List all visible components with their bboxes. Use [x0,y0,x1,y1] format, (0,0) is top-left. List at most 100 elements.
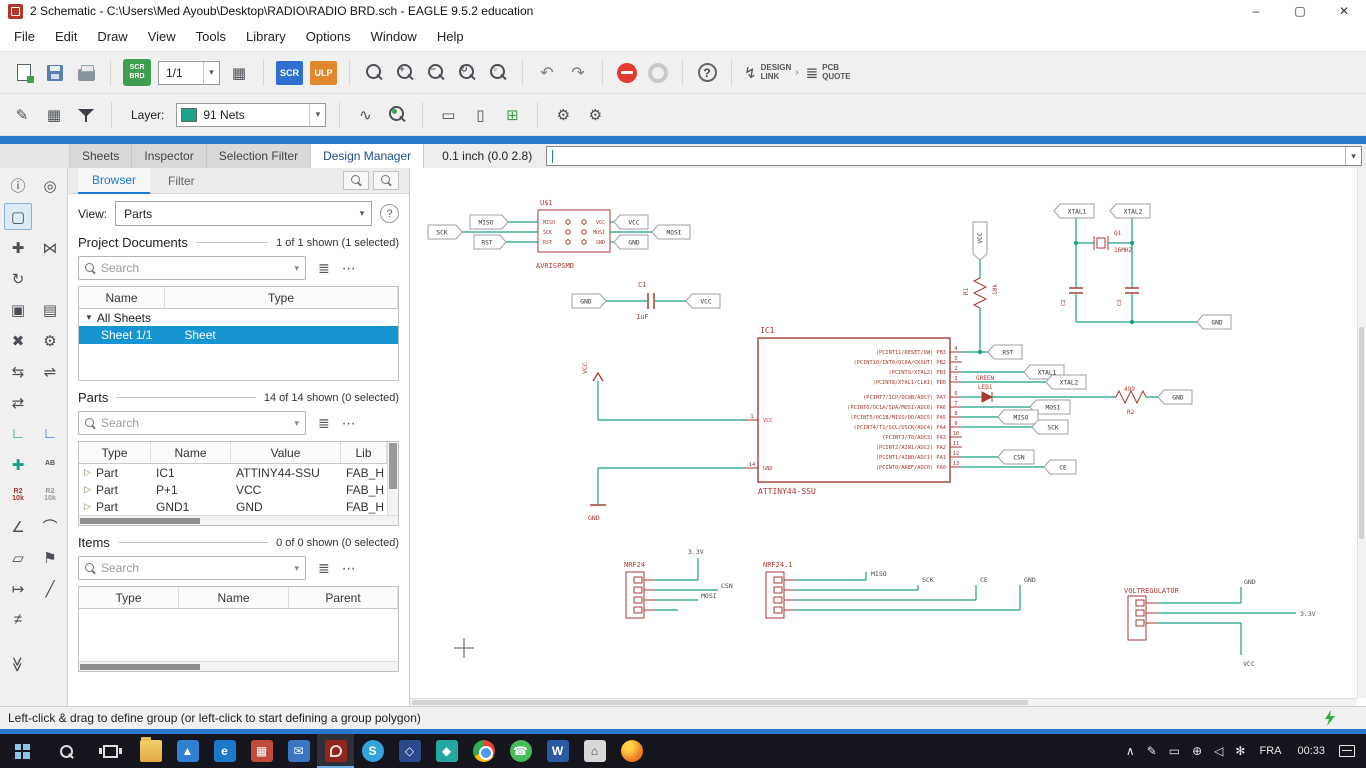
column-options-icon[interactable]: ≣ [318,415,330,432]
column-options-icon[interactable]: ≣ [318,560,330,577]
gateswap-icon[interactable]: ⇄ [4,389,32,416]
column-header-name[interactable]: Name [79,287,165,308]
column-header-type[interactable]: Type [79,587,179,608]
sheet-list-button[interactable]: ▦ [227,59,251,87]
vcc-symbol[interactable] [592,371,604,382]
part-row[interactable]: ▷ Part P+1 VCC FAB_H [79,481,387,498]
move-icon[interactable]: ✚ [4,234,32,261]
junction-icon[interactable]: ✚ [4,451,32,478]
more-tools-icon[interactable]: ≫ [5,651,32,679]
info-icon[interactable]: ⓘ [4,172,32,199]
value-icon[interactable]: R2 10k [4,482,32,509]
menu-window[interactable]: Window [361,22,427,52]
zoom-out-button[interactable]: − [424,59,448,87]
more-options-icon[interactable]: ⋯ [342,260,357,277]
run-ulp-button[interactable]: ULP [310,60,337,85]
column-header-parent[interactable]: Parent [289,587,398,608]
help-button[interactable]: ? [695,59,719,87]
tab-sheets[interactable]: Sheets [70,144,133,168]
change-icon[interactable]: ⚙ [36,327,64,354]
menu-draw[interactable]: Draw [87,22,137,52]
scrollbar-thumb[interactable] [389,443,397,489]
zoom-in-button[interactable]: + [393,59,417,87]
battery-icon[interactable]: ▭ [1169,744,1180,758]
menu-edit[interactable]: Edit [45,22,87,52]
mirror-icon[interactable]: ⋈ [36,234,64,261]
menu-view[interactable]: View [138,22,186,52]
r1-resistor[interactable] [972,277,988,309]
column-header-type[interactable]: Type [165,287,398,308]
parts-search-input[interactable] [101,416,290,430]
schematic-canvas[interactable]: MISO SCK RST VCC MOSI GND GND VCC RST XTAL1 XTAL2 M… [410,168,1366,706]
column-header-lib[interactable]: Lib [341,442,387,463]
taskbar-whatsapp[interactable]: ☎ [502,734,539,768]
invoke-icon[interactable]: ↦ [4,575,32,602]
taskbar-eagle[interactable] [317,734,354,768]
project-search-input[interactable] [101,261,290,275]
menu-tools[interactable]: Tools [186,22,236,52]
filter-button[interactable] [74,101,98,129]
snowflake-icon[interactable]: ✻ [1235,744,1245,758]
paste-icon[interactable]: ▤ [36,296,64,323]
c3-capacitor[interactable] [1125,287,1139,294]
parts-search-box[interactable]: ▾ [78,411,306,435]
taskbar-chrome[interactable] [465,734,502,768]
tree-root-row[interactable]: ▼ All Sheets [79,309,398,326]
draw-settings-button[interactable]: ✎ [10,101,34,129]
taskbar-dev-tool[interactable]: ◆ [428,734,465,768]
pen-icon[interactable]: ✎ [1147,744,1157,758]
column-header-type[interactable]: Type [79,442,151,463]
frame-b-button[interactable]: ▯ [468,101,492,129]
led1-diode[interactable] [981,391,994,403]
language-indicator[interactable]: FRA [1259,745,1281,757]
replace-icon[interactable]: ⇆ [4,358,32,385]
chevron-down-icon[interactable]: ▾ [353,208,371,219]
zoom-fit-button[interactable] [362,59,386,87]
scrollbar-thumb[interactable] [412,700,1028,705]
column-header-value[interactable]: Value [231,442,341,463]
tree-expanded-icon[interactable]: ▼ [85,313,93,322]
nrf24-1-connector[interactable] [765,571,796,619]
copy-icon[interactable]: ▣ [4,296,32,323]
more-options-icon[interactable]: ⋯ [342,560,357,577]
tab-design-manager[interactable]: Design Manager [311,144,425,168]
chevron-down-icon[interactable]: ▾ [294,563,299,574]
task-view-button[interactable] [88,734,132,768]
chevron-down-icon[interactable]: ▾ [203,61,219,84]
scrollbar-thumb[interactable] [80,517,200,524]
volume-icon[interactable]: ◁ [1214,744,1223,758]
taskbar-store[interactable]: ⌂ [576,734,613,768]
smash-icon[interactable]: R2 10k [36,482,64,509]
run-script-button[interactable]: SCR [276,60,303,85]
q1-crystal[interactable] [1093,236,1109,250]
settings-alt-button[interactable]: ⚙ [583,101,607,129]
c2-capacitor[interactable] [1069,287,1083,294]
scrollbar-thumb[interactable] [80,663,200,670]
add-net-class-button[interactable]: ⊞ [500,101,524,129]
maximize-button[interactable]: ▢ [1278,0,1322,22]
items-search-input[interactable] [101,561,290,575]
canvas-hscrollbar[interactable] [410,698,1357,706]
settings-button[interactable]: ⚙ [551,101,575,129]
bus-ripup-icon[interactable]: ≠ [4,606,32,633]
rotate-icon[interactable]: ↻ [4,265,32,292]
parts-vertical-scrollbar[interactable] [387,442,398,515]
column-options-icon[interactable]: ≣ [318,260,330,277]
command-combobox[interactable]: ▾ [546,146,1362,166]
chevron-up-icon[interactable]: ∧ [1126,744,1135,758]
design-link-button[interactable]: ↯ DESIGN LINK › [744,63,799,82]
taskbar-word[interactable]: W [539,734,576,768]
taskbar-office[interactable]: ▦ [243,734,280,768]
pcb-quote-button[interactable]: ≣ PCB QUOTE [806,63,851,82]
help-circle-button[interactable]: ? [380,204,399,223]
line-icon[interactable]: ╱ [36,575,64,602]
label-icon[interactable]: ⚑ [36,544,64,571]
bus-icon[interactable]: ∟ [36,420,64,447]
c1-capacitor[interactable] [647,293,655,309]
taskbar-search-button[interactable] [44,734,88,768]
miter-icon[interactable]: ∠ [4,513,32,540]
clock[interactable]: 00:33 [1297,745,1325,757]
frame-a-button[interactable]: ▭ [436,101,460,129]
items-horizontal-scrollbar[interactable] [79,661,398,671]
command-input[interactable] [553,149,1345,163]
